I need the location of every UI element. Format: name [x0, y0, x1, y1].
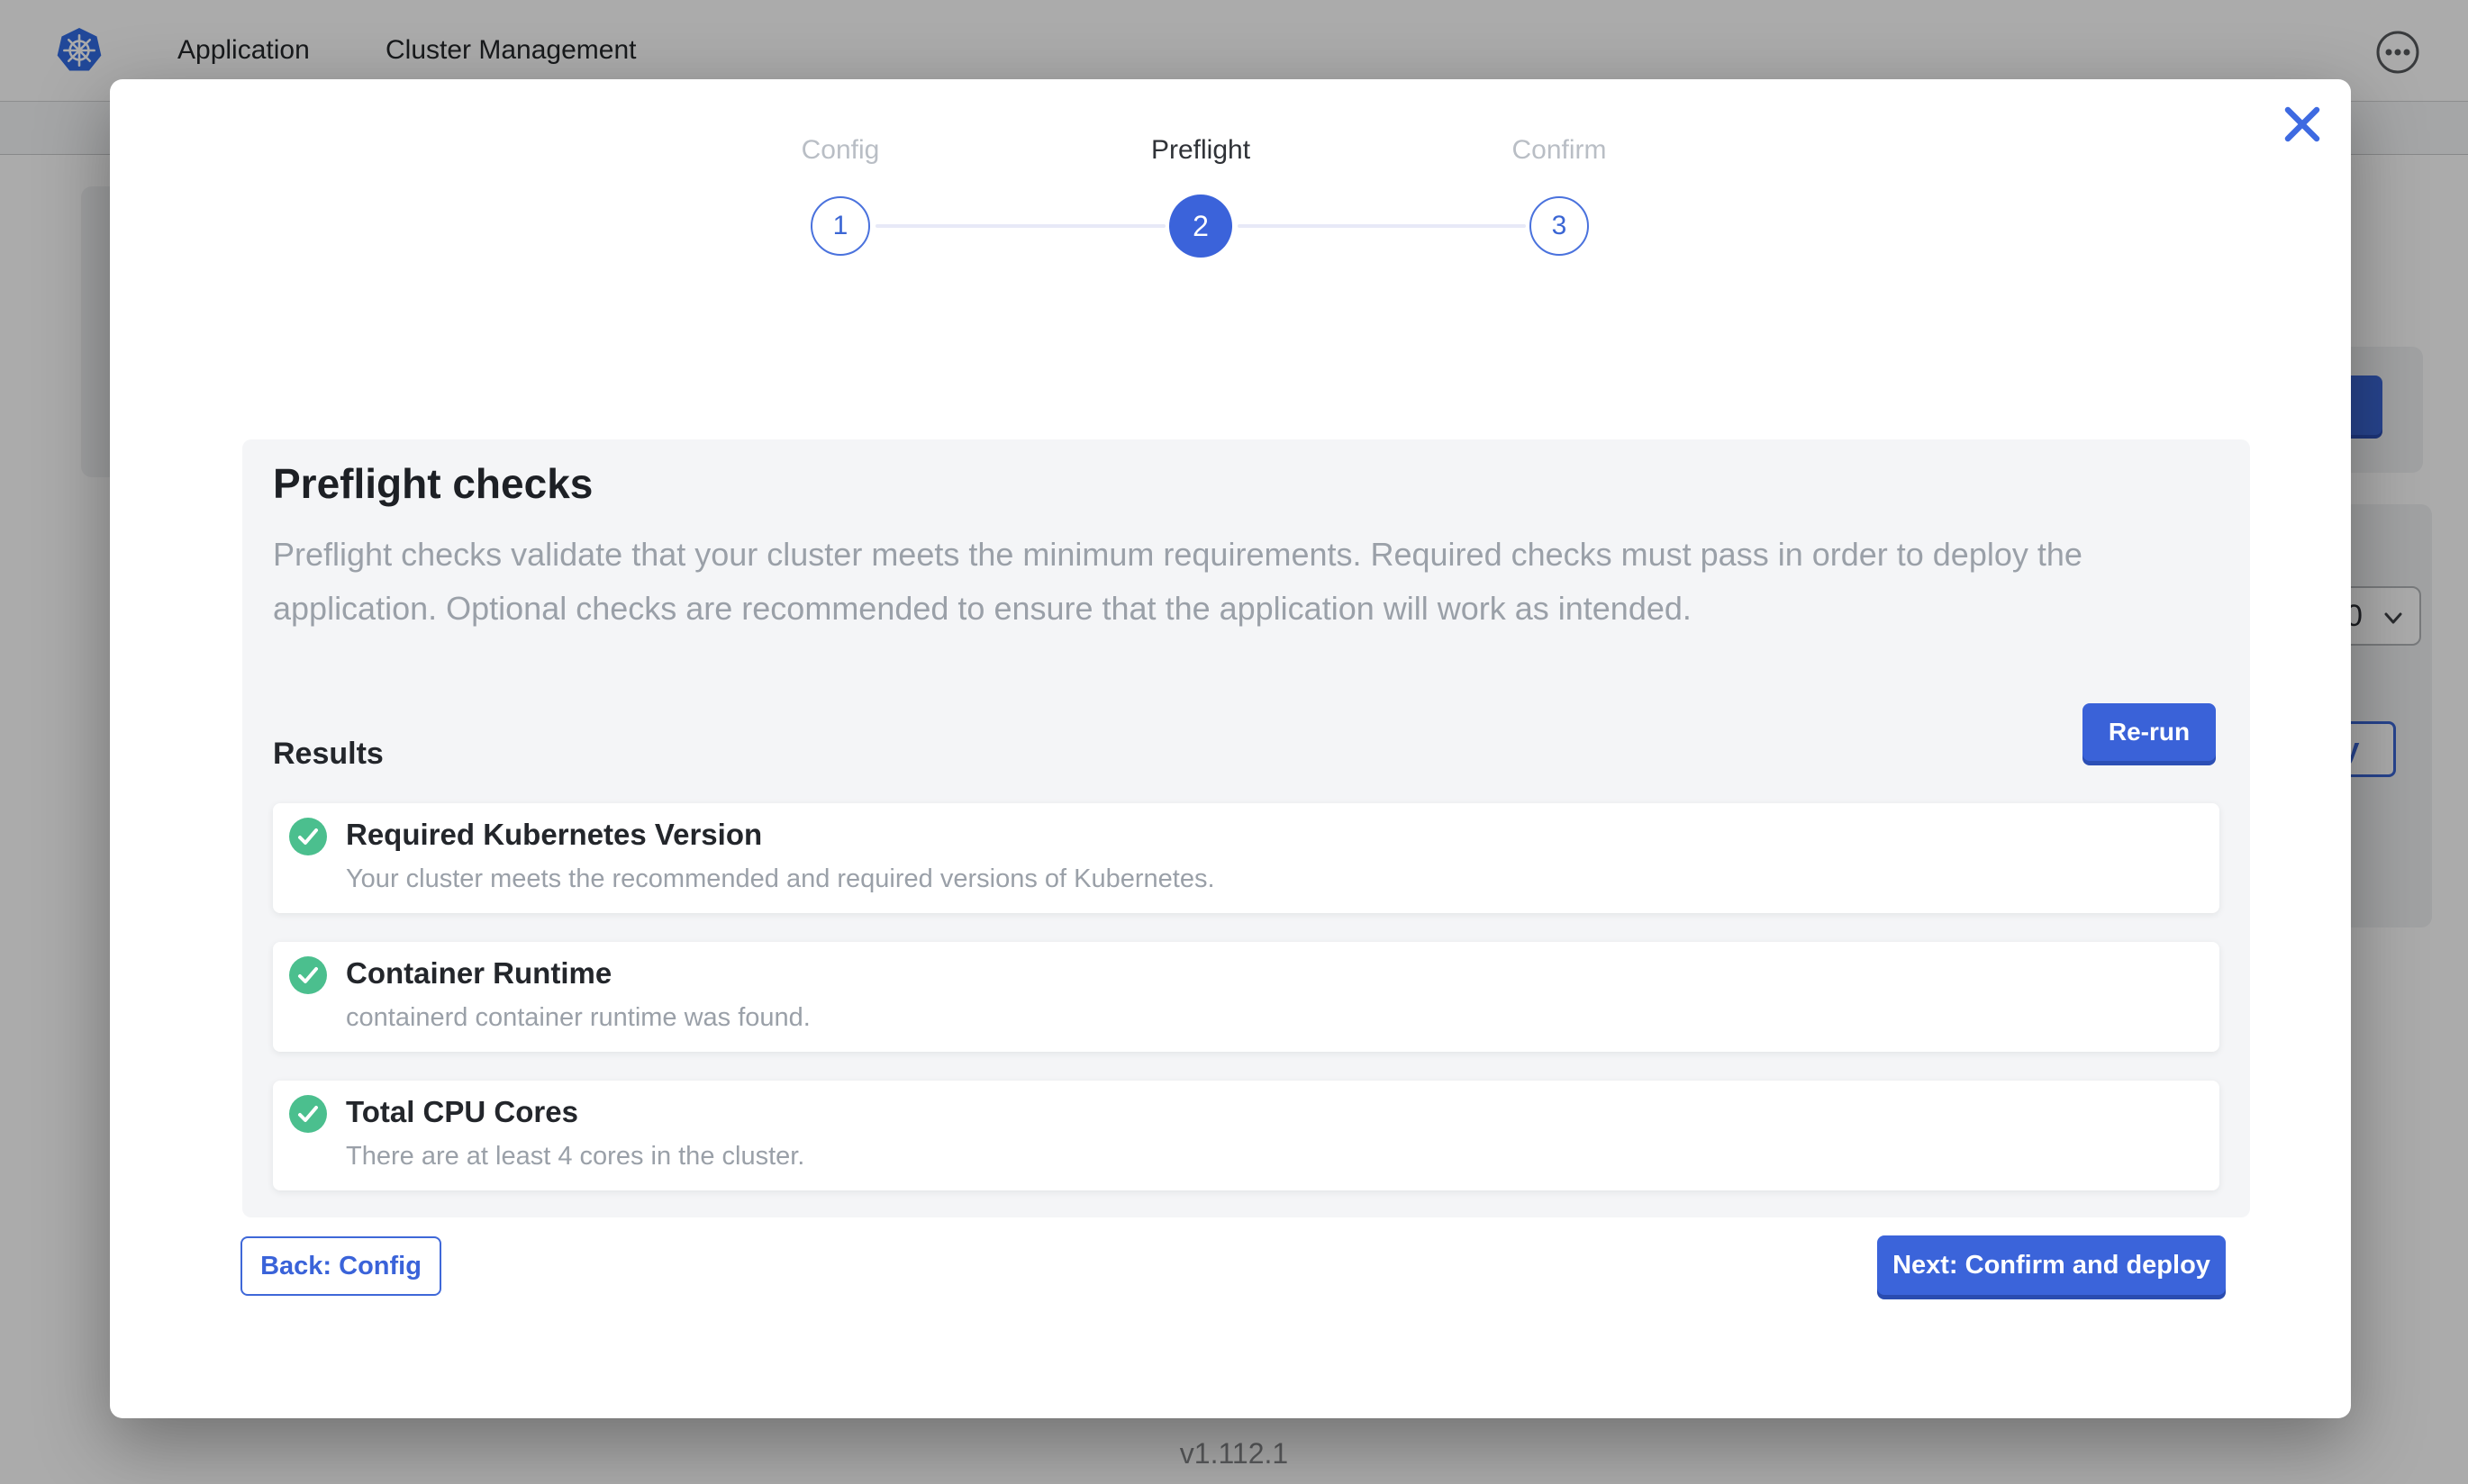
screen: Application Cluster Management 0 y v1.11… — [0, 0, 2468, 1484]
panel-title: Preflight checks — [273, 459, 593, 508]
back-config-button[interactable]: Back: Config — [240, 1236, 441, 1296]
check-description: Your cluster meets the recommended and r… — [346, 864, 1215, 894]
check-pass-icon — [289, 1095, 327, 1133]
check-description: containerd container runtime was found. — [346, 1003, 811, 1033]
check-title: Required Kubernetes Version — [346, 818, 762, 852]
step-label-confirm: Confirm — [1442, 135, 1676, 166]
results-heading: Results — [273, 737, 384, 772]
next-confirm-deploy-button[interactable]: Next: Confirm and deploy — [1877, 1235, 2226, 1295]
step-label-preflight: Preflight — [1084, 135, 1318, 166]
check-title: Total CPU Cores — [346, 1095, 578, 1129]
step-label-config: Config — [723, 135, 957, 166]
check-pass-icon — [289, 818, 327, 855]
preflight-panel: Preflight checks Preflight checks valida… — [242, 439, 2250, 1217]
rerun-button[interactable]: Re-run — [2082, 703, 2216, 761]
panel-description: Preflight checks validate that your clus… — [273, 528, 2182, 636]
check-pass-icon — [289, 956, 327, 994]
step-connector — [876, 224, 1166, 228]
preflight-modal: Config Preflight Confirm 1 2 3 Preflight… — [110, 79, 2351, 1418]
check-result-row: Total CPU Cores There are at least 4 cor… — [273, 1081, 2219, 1190]
check-description: There are at least 4 cores in the cluste… — [346, 1142, 804, 1172]
step-connector — [1238, 224, 1526, 228]
step-circle-3[interactable]: 3 — [1529, 196, 1589, 256]
close-icon[interactable] — [2281, 103, 2324, 146]
check-result-row: Container Runtime containerd container r… — [273, 942, 2219, 1052]
step-circle-1[interactable]: 1 — [811, 196, 870, 256]
check-result-row: Required Kubernetes Version Your cluster… — [273, 803, 2219, 913]
check-title: Container Runtime — [346, 956, 612, 991]
step-circle-2-active[interactable]: 2 — [1169, 195, 1232, 258]
